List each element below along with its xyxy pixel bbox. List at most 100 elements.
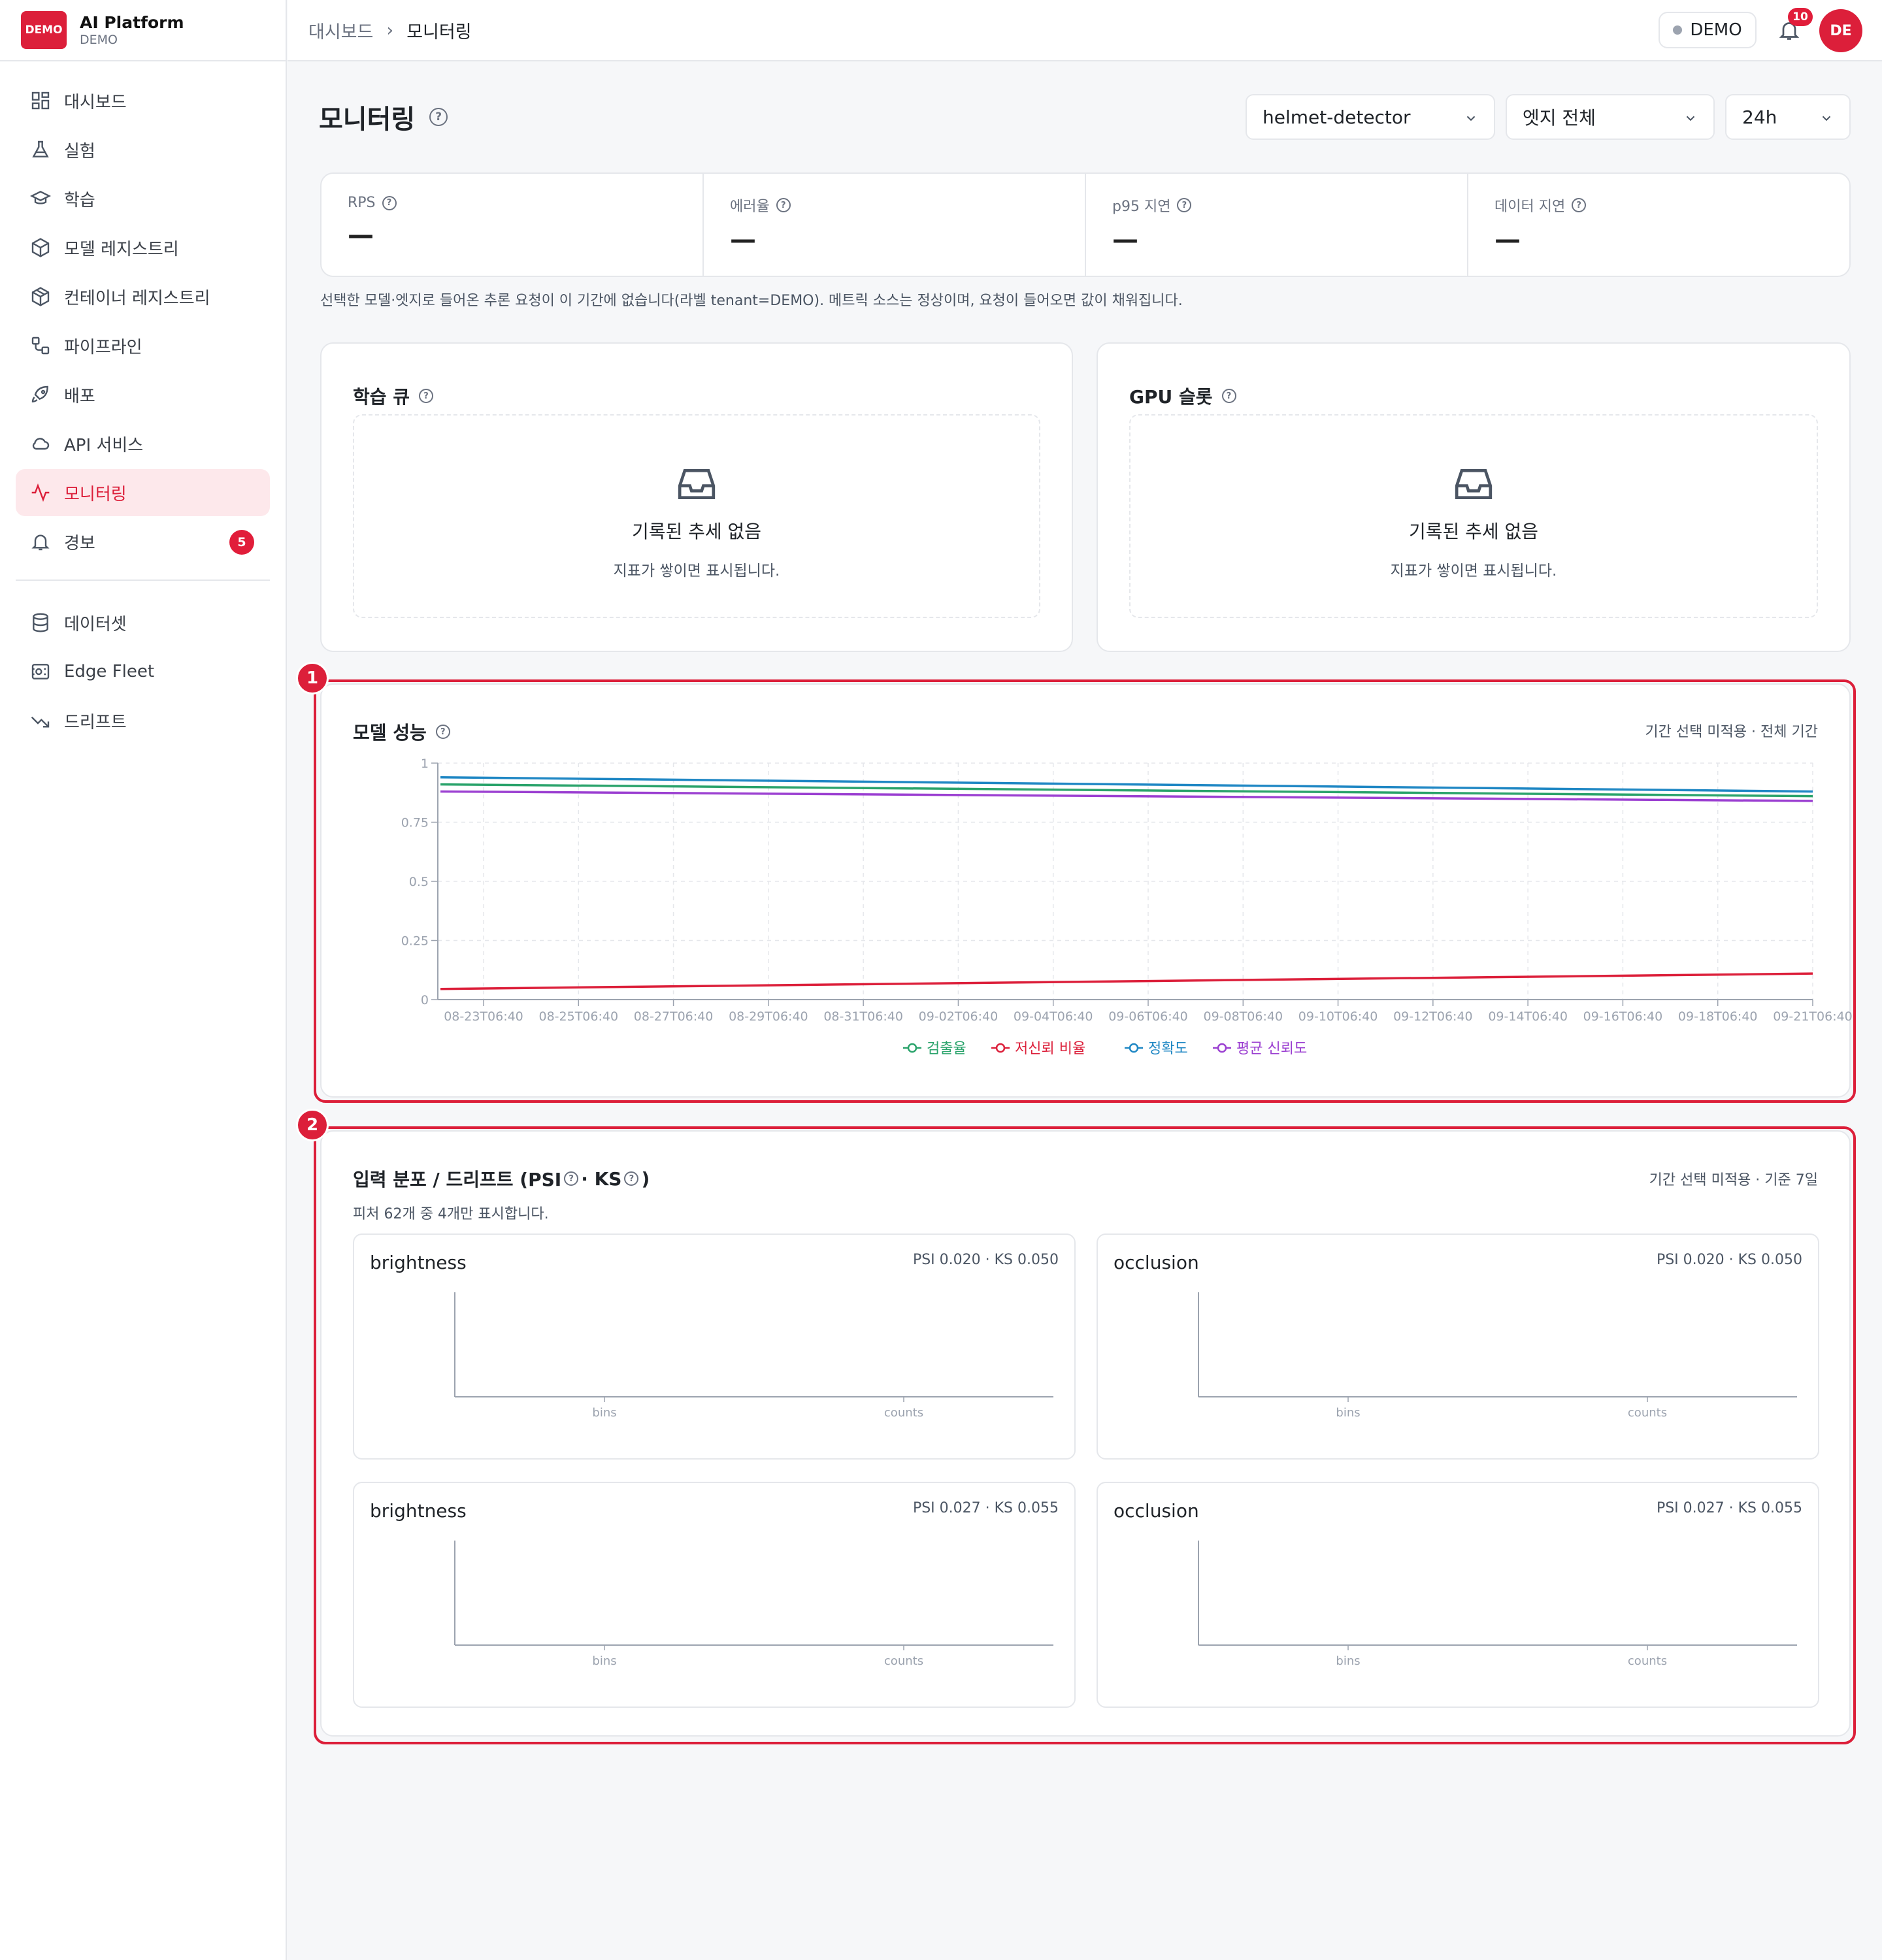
sidebar-item-label: 실험 <box>64 141 95 161</box>
stat-data-latency: 데이터 지연? — <box>1468 174 1849 276</box>
help-icon[interactable]: ? <box>1572 198 1587 212</box>
sidebar-item-dashboard[interactable]: 대시보드 <box>16 77 270 124</box>
activity-icon <box>31 483 50 502</box>
chevron-down-icon <box>1466 116 1476 122</box>
empty-title: 기록된 추세 없음 <box>631 521 762 542</box>
brand-logo: DEMO <box>21 11 67 49</box>
stats-note: 선택한 모델·엣지로 들어온 추론 요청이 이 기간에 없습니다(라벨 tena… <box>320 293 1183 309</box>
step-marker-2: 2 <box>296 1109 329 1141</box>
topbar: 대시보드 › 모니터링 <box>288 0 1882 61</box>
stat-value: — <box>348 220 374 250</box>
avatar[interactable]: DE <box>1819 9 1862 52</box>
step-marker-1: 1 <box>296 662 329 694</box>
sidebar-item-label: 경보 <box>64 533 95 553</box>
database-icon <box>33 613 48 632</box>
sidebar: DEMO AI Platform DEMO 대시보드 실험 학습 모델 레지스트… <box>0 0 287 1960</box>
stat-value: — <box>1112 225 1138 255</box>
stat-label: 데이터 지연 <box>1494 199 1566 215</box>
sidebar-item-label: 모델 레지스트리 <box>64 239 179 259</box>
trending-down-icon <box>31 716 50 728</box>
sidebar-item-monitoring[interactable]: 모니터링 <box>16 469 270 516</box>
tenant-label: DEMO <box>1690 20 1742 40</box>
app-subtitle: DEMO <box>80 33 118 47</box>
sidebar-item-alerts[interactable]: 경보 5 <box>16 518 270 565</box>
stats-card: RPS? — 에러율? — p95 지연? — 데이터 지연? — <box>320 172 1851 277</box>
app-title: AI Platform <box>80 13 184 32</box>
page-title: 모니터링 ? <box>319 98 448 136</box>
bell-icon <box>31 534 50 551</box>
help-icon[interactable]: ? <box>429 108 448 126</box>
page-title-text: 모니터링 <box>319 105 416 135</box>
breadcrumb: 대시보드 › 모니터링 <box>308 18 472 43</box>
chevron-right-icon: › <box>386 20 394 41</box>
card-title: GPU 슬롯 <box>1129 386 1213 408</box>
sidebar-item-edge-fleet[interactable]: Edge Fleet <box>16 648 270 695</box>
edge-device-icon <box>31 664 50 679</box>
highlight-frame-2 <box>314 1126 1856 1744</box>
time-range-value: 24h <box>1742 106 1777 128</box>
tenant-status-dot <box>1673 25 1683 35</box>
stat-label: 에러율 <box>730 199 770 215</box>
alerts-count-badge: 5 <box>229 530 254 555</box>
empty-state: 기록된 추세 없음 지표가 쌓이면 표시됩니다. <box>353 414 1040 618</box>
chevron-down-icon <box>1686 116 1695 122</box>
edge-select-value: 엣지 전체 <box>1523 107 1596 129</box>
chevron-down-icon <box>1822 116 1831 122</box>
sidebar-item-label: 파이프라인 <box>64 337 142 357</box>
empty-title: 기록된 추세 없음 <box>1408 521 1539 542</box>
stat-value: — <box>1494 225 1521 255</box>
sidebar-item-label: Edge Fleet <box>64 662 155 681</box>
stat-label: RPS <box>348 195 376 211</box>
sidebar-item-experiments[interactable]: 실험 <box>16 126 270 173</box>
sidebar-item-drift[interactable]: 드리프트 <box>16 697 270 744</box>
gpu-slot-card: GPU 슬롯? 기록된 추세 없음 지표가 쌓이면 표시됩니다. <box>1097 342 1851 652</box>
package-icon <box>31 287 50 306</box>
sidebar-item-model-registry[interactable]: 모델 레지스트리 <box>16 224 270 271</box>
sidebar-item-deploy[interactable]: 배포 <box>16 371 270 418</box>
flask-icon <box>32 140 49 157</box>
sidebar-item-datasets[interactable]: 데이터셋 <box>16 599 270 646</box>
sidebar-item-label: 학습 <box>64 190 95 210</box>
sidebar-item-label: 컨테이너 레지스트리 <box>64 288 210 308</box>
help-icon[interactable]: ? <box>382 195 397 210</box>
stat-error-rate: 에러율? — <box>704 174 1086 276</box>
empty-state: 기록된 추세 없음 지표가 쌓이면 표시됩니다. <box>1129 414 1818 618</box>
time-range-select[interactable]: 24h <box>1725 94 1851 140</box>
help-icon[interactable]: ? <box>419 389 434 403</box>
stat-rps: RPS? — <box>322 174 704 276</box>
sidebar-item-training[interactable]: 학습 <box>16 175 270 222</box>
cube-icon <box>31 238 50 257</box>
stat-p95-latency: p95 지연? — <box>1086 174 1468 276</box>
sidebar-item-label: API 서비스 <box>64 435 144 455</box>
breadcrumb-current: 모니터링 <box>406 22 472 42</box>
rocket-icon <box>31 385 48 402</box>
notification-count-badge: 10 <box>1788 8 1813 26</box>
stat-label: p95 지연 <box>1112 199 1171 215</box>
sidebar-item-label: 대시보드 <box>64 92 127 112</box>
help-icon[interactable]: ? <box>776 198 791 212</box>
sidebar-item-label: 배포 <box>64 386 95 406</box>
model-select[interactable]: helmet-detector <box>1246 94 1495 140</box>
pipeline-icon <box>31 336 50 355</box>
sidebar-item-label: 드리프트 <box>64 712 127 732</box>
cloud-icon <box>32 438 50 450</box>
tenant-selector[interactable]: DEMO <box>1659 12 1757 48</box>
card-title: 학습 큐 <box>353 386 410 408</box>
sidebar-item-container-registry[interactable]: 컨테이너 레지스트리 <box>16 273 270 320</box>
edge-select[interactable]: 엣지 전체 <box>1506 94 1715 140</box>
sidebar-nav: 대시보드 실험 학습 모델 레지스트리 컨테이너 레지스트리 파이프라인 배포 <box>0 61 286 744</box>
empty-subtitle: 지표가 쌓이면 표시됩니다. <box>613 563 780 580</box>
graduation-cap-icon <box>30 190 51 204</box>
help-icon[interactable]: ? <box>1221 389 1236 403</box>
help-icon[interactable]: ? <box>1177 198 1192 212</box>
breadcrumb-dashboard-link[interactable]: 대시보드 <box>308 18 373 43</box>
sidebar-item-label: 데이터셋 <box>64 614 127 634</box>
sidebar-item-api-service[interactable]: API 서비스 <box>16 420 270 467</box>
stat-value: — <box>730 225 756 255</box>
brand[interactable]: DEMO AI Platform DEMO <box>0 0 286 61</box>
training-queue-card: 학습 큐? 기록된 추세 없음 지표가 쌓이면 표시됩니다. <box>320 342 1073 652</box>
sidebar-divider <box>16 580 270 581</box>
sidebar-item-pipeline[interactable]: 파이프라인 <box>16 322 270 369</box>
inbox-icon <box>678 469 716 499</box>
empty-subtitle: 지표가 쌓이면 표시됩니다. <box>1390 563 1557 580</box>
